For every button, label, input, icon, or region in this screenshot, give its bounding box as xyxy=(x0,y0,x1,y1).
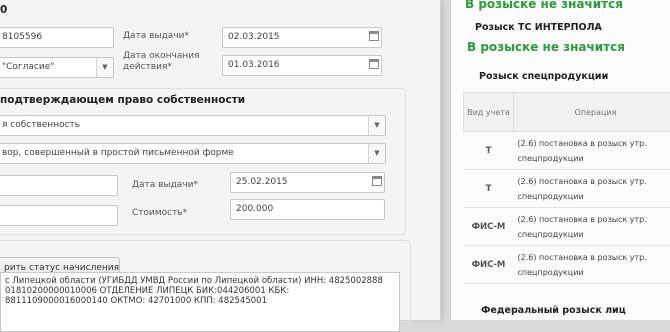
interpol-status-text: В розыске не значится xyxy=(467,40,625,54)
registration-number-input[interactable]: 8105596 xyxy=(0,27,114,48)
operation-line: спецпродукции xyxy=(518,154,584,163)
date-issue2-value: 25.02.2015 xyxy=(236,177,288,187)
chevron-down-icon[interactable]: ▼ xyxy=(368,144,385,163)
date-end-label: Дата окончания действия* xyxy=(123,51,203,73)
table-row[interactable]: Т (2.6) постановка в розыск утр. спецпрод… xyxy=(464,170,670,208)
table-cell-code: Т xyxy=(464,170,514,208)
search-results-panel: В розыске не значится Розыск ТС ИНТЕРПОЛ… xyxy=(450,0,670,320)
document-type-select[interactable]: вор, совершенный в простой письменной фо… xyxy=(0,143,386,164)
ownership-type-select[interactable]: я собственность ▼ xyxy=(0,115,386,136)
form-panel: 0 8105596 Дата выдачи* 02.03.2015 "Согла… xyxy=(0,0,441,320)
payment-details-textarea[interactable]: с Липецкой области (УГИБДД УМВД России п… xyxy=(0,272,400,332)
table-row[interactable]: ФИС-М (2.6) постановка в розыск утр. спец… xyxy=(464,246,670,284)
chevron-down-icon[interactable]: ▼ xyxy=(368,116,385,135)
ownership-section-title: подтверждающем право собственности xyxy=(0,94,245,106)
date-issue2-input[interactable]: 25.02.2015 xyxy=(230,172,385,193)
table-cell-operation: (2.6) постановка в розыск утр. спецпродук… xyxy=(514,132,670,170)
operation-line: (2.6) постановка в розыск утр. xyxy=(518,215,647,224)
payment-text-line: с Липецкой области (УГИБДД УМВД России п… xyxy=(5,276,395,286)
chevron-down-icon[interactable]: ▼ xyxy=(96,58,113,77)
operation-line: спецпродукции xyxy=(518,230,584,239)
date-issue2-label: Дата выдачи* xyxy=(132,180,198,191)
date-issue-label: Дата выдачи* xyxy=(123,31,189,42)
table-cell-code: Т xyxy=(464,132,514,170)
cost-label: Стоимость* xyxy=(132,208,187,219)
calendar-icon[interactable] xyxy=(372,176,382,186)
operation-line: спецпродукции xyxy=(518,192,584,201)
document-number-input[interactable] xyxy=(0,175,118,196)
table-header-operation: Операция xyxy=(514,93,670,132)
operation-line: спецпродукции xyxy=(518,268,584,277)
operation-line: (2.6) постановка в розыск утр. xyxy=(518,177,647,186)
date-end-input[interactable]: 01.03.2016 xyxy=(222,55,382,76)
operation-line: (2.6) постановка в розыск утр. xyxy=(518,139,647,148)
organization-select-value: "Согласие" xyxy=(2,62,54,72)
calendar-icon[interactable] xyxy=(369,31,379,41)
interpol-title: Розыск ТС ИНТЕРПОЛА xyxy=(475,22,602,33)
wanted-status-text: В розыске не значится xyxy=(465,0,623,11)
document-series-input[interactable] xyxy=(0,205,118,226)
table-cell-operation: (2.6) постановка в розыск утр. спецпродук… xyxy=(514,170,670,208)
table-row[interactable]: Т (2.6) постановка в розыск утр. спецпрод… xyxy=(464,132,670,170)
top-value: 0 xyxy=(0,4,7,16)
table-cell-operation: (2.6) постановка в розыск утр. спецпродук… xyxy=(514,246,670,284)
document-type-value: вор, совершенный в простой письменной фо… xyxy=(2,148,234,158)
payment-text-line: 8811109000016000140 ОКТМО: 42701000 КПП:… xyxy=(5,296,395,306)
organization-select[interactable]: "Согласие" ▼ xyxy=(0,57,114,78)
table-cell-code: ФИС-М xyxy=(464,246,514,284)
date-issue-input[interactable]: 02.03.2015 xyxy=(222,27,382,48)
special-products-title: Розыск спецпродукции xyxy=(479,71,608,82)
ownership-type-value: я собственность xyxy=(2,120,80,130)
table-row[interactable]: ФИС-М (2.6) постановка в розыск утр. спец… xyxy=(464,208,670,246)
table-cell-operation: (2.6) постановка в розыск утр. спецпродук… xyxy=(514,208,670,246)
calendar-icon[interactable] xyxy=(369,59,379,69)
special-products-table: Вид учета Операция Т (2.6) постановка в … xyxy=(463,92,670,284)
table-header-account-type: Вид учета xyxy=(464,93,514,132)
table-cell-code: ФИС-М xyxy=(464,208,514,246)
date-end-value: 01.03.2016 xyxy=(228,60,280,70)
federal-search-title: Федеральный розыск лиц xyxy=(481,305,626,316)
date-issue-value: 02.03.2015 xyxy=(228,32,280,42)
operation-line: (2.6) постановка в розыск утр. xyxy=(518,253,647,262)
cost-input[interactable]: 200.000 xyxy=(230,199,385,220)
payment-text-line: 01810200000010006 ОТДЕЛЕНИЕ ЛИПЕЦК БИК:0… xyxy=(5,286,395,296)
